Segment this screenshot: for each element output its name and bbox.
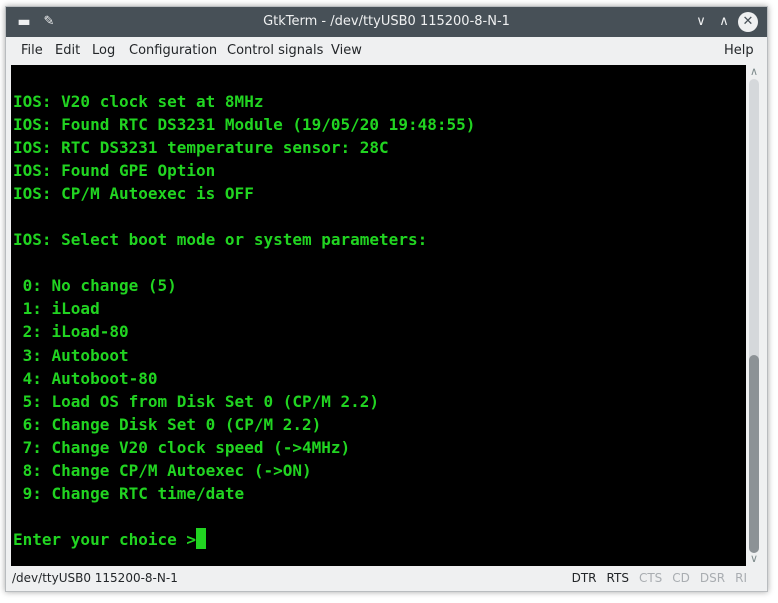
status-bar: /dev/ttyUSB0 115200-8-N-1 DTR RTS CTS CD… [6, 566, 767, 591]
menu-configuration[interactable]: Configuration [129, 37, 217, 65]
terminal-output: IOS: V20 clock set at 8MHz IOS: Found RT… [13, 90, 475, 551]
signal-dsr: DSR [699, 571, 726, 585]
close-icon[interactable]: ✕ [738, 12, 758, 32]
gtkterm-window: ▬ ✎ GtkTerm - /dev/ttyUSB0 115200-8-N-1 … [5, 6, 768, 592]
title-bar[interactable]: ▬ ✎ GtkTerm - /dev/ttyUSB0 115200-8-N-1 … [6, 7, 767, 37]
vertical-scrollbar[interactable]: ∧ ∨ [746, 65, 762, 566]
menu-control-signals[interactable]: Control signals [227, 37, 323, 65]
terminal-text: IOS: V20 clock set at 8MHz IOS: Found RT… [13, 92, 476, 549]
scroll-up-icon[interactable]: ∧ [746, 65, 762, 79]
menu-edit[interactable]: Edit [55, 37, 80, 65]
signal-ri: RI [735, 571, 747, 585]
scroll-thumb[interactable] [749, 355, 759, 553]
scroll-down-icon[interactable]: ∨ [746, 552, 762, 566]
menu-help[interactable]: Help [724, 37, 754, 65]
menu-view[interactable]: View [331, 37, 362, 65]
window-title: GtkTerm - /dev/ttyUSB0 115200-8-N-1 [263, 14, 510, 29]
signal-dtr: DTR [571, 571, 597, 585]
maximize-icon[interactable]: ∧ [714, 7, 734, 37]
signal-cd: CD [672, 571, 690, 585]
signal-cts: CTS [638, 571, 663, 585]
menu-bar: File Edit Log Configuration Control sign… [6, 37, 767, 65]
port-settings: /dev/ttyUSB0 115200-8-N-1 [12, 571, 178, 585]
menu-file[interactable]: File [21, 37, 43, 65]
signal-rts: RTS [606, 571, 629, 585]
terminal-cursor [196, 527, 207, 549]
scroll-track[interactable] [749, 79, 759, 553]
terminal-area[interactable]: IOS: V20 clock set at 8MHz IOS: Found RT… [11, 65, 746, 566]
minimize-icon[interactable]: ∨ [691, 7, 711, 37]
menu-log[interactable]: Log [92, 37, 115, 65]
control-signals: DTR RTS CTS CD DSR RI [572, 566, 747, 591]
